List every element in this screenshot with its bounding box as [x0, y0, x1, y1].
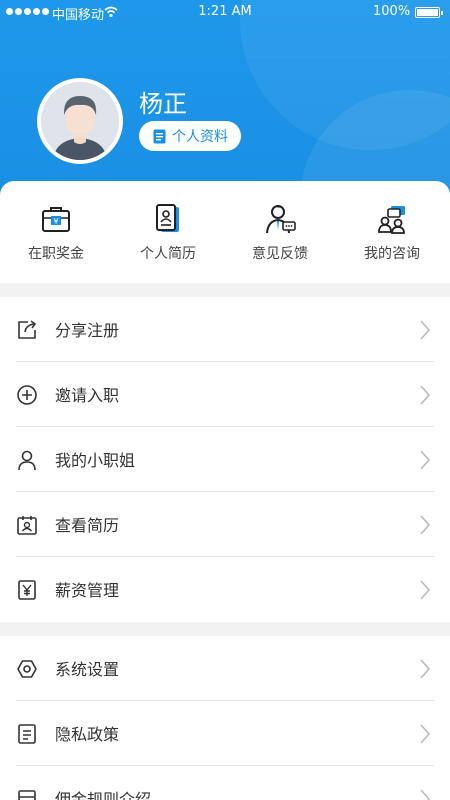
- user-name: 杨正: [139, 90, 187, 118]
- plus-circle-icon: [17, 385, 37, 405]
- quick-action-label: 我的咨询: [364, 246, 420, 262]
- battery-percent: 100%: [373, 4, 411, 19]
- person-icon: [18, 450, 36, 471]
- quick-actions-card: ¥ 在职奖金 个人简历 意见反馈 我的咨询: [0, 181, 450, 283]
- status-bar: 中国移动 1:21 AM 100%: [0, 0, 450, 24]
- chevron-right-icon: [420, 789, 431, 800]
- menu-item-view-resume[interactable]: 查看简历: [0, 492, 450, 557]
- resume-icon: [156, 204, 179, 232]
- profile-info-label: 个人资料: [172, 129, 228, 145]
- quick-action-consult[interactable]: 我的咨询: [336, 181, 448, 283]
- svg-text:¥: ¥: [53, 217, 58, 226]
- menu-group-2: 系统设置 隐私政策 佣金规则介绍: [0, 636, 450, 800]
- chevron-right-icon: [420, 515, 431, 535]
- chevron-right-icon: [420, 450, 431, 470]
- chevron-right-icon: [420, 385, 431, 405]
- user-avatar-icon: [41, 82, 119, 160]
- avatar[interactable]: [37, 78, 123, 164]
- quick-action-feedback[interactable]: 意见反馈: [224, 181, 336, 283]
- menu-item-label: 隐私政策: [55, 725, 120, 744]
- menu-group-1: 分享注册 邀请入职 我的小职姐 查看简历 薪资管理: [0, 297, 450, 622]
- chevron-right-icon: [420, 659, 431, 679]
- menu-item-commission-rules[interactable]: 佣金规则介绍: [0, 766, 450, 800]
- quick-action-label: 个人简历: [140, 246, 196, 262]
- consult-icon: [378, 206, 405, 234]
- quick-action-bonus[interactable]: ¥ 在职奖金: [0, 181, 112, 283]
- profile-info-button[interactable]: 个人资料: [139, 121, 241, 151]
- document-icon: [153, 129, 166, 143]
- menu-item-system-settings[interactable]: 系统设置: [0, 636, 450, 701]
- chevron-right-icon: [420, 580, 431, 600]
- menu-item-label: 系统设置: [55, 660, 120, 679]
- chevron-right-icon: [420, 320, 431, 340]
- chevron-right-icon: [420, 724, 431, 744]
- menu-item-label: 查看简历: [55, 516, 120, 535]
- menu-item-label: 邀请入职: [55, 386, 120, 405]
- id-card-icon: [17, 516, 37, 535]
- bonus-briefcase-icon: ¥: [42, 207, 70, 232]
- menu-item-my-assistant[interactable]: 我的小职姐: [0, 427, 450, 492]
- menu-item-label: 佣金规则介绍: [55, 790, 152, 800]
- quick-action-resume[interactable]: 个人简历: [112, 181, 224, 283]
- menu-item-invite-onboard[interactable]: 邀请入职: [0, 362, 450, 427]
- document-icon: [18, 724, 36, 744]
- menu-item-share-register[interactable]: 分享注册: [0, 297, 450, 362]
- share-icon: [18, 320, 36, 339]
- menu-item-label: 薪资管理: [55, 581, 120, 600]
- menu-item-privacy-policy[interactable]: 隐私政策: [0, 701, 450, 766]
- hexagon-settings-icon: [17, 660, 37, 678]
- quick-action-label: 意见反馈: [252, 246, 308, 262]
- quick-action-label: 在职奖金: [28, 246, 84, 262]
- battery-icon: [415, 7, 443, 18]
- menu-item-label: 分享注册: [55, 321, 120, 340]
- rules-icon: [18, 790, 36, 800]
- menu-item-salary-management[interactable]: 薪资管理: [0, 557, 450, 622]
- feedback-icon: [266, 205, 296, 234]
- menu-item-label: 我的小职姐: [55, 451, 136, 470]
- profile-header: 中国移动 1:21 AM 100% 杨正 个人资料: [0, 0, 450, 205]
- yen-icon: [18, 580, 36, 600]
